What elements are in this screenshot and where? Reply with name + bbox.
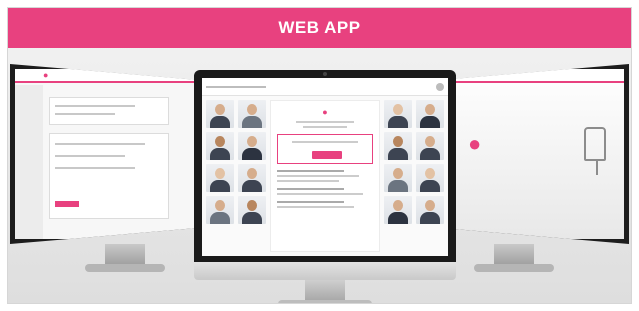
participant-photo: [206, 164, 234, 192]
participants-left: [206, 100, 266, 224]
conference-info: [277, 121, 373, 128]
participant-photo: [238, 164, 266, 192]
conference-screen: ●: [202, 78, 448, 256]
camera-dot: [323, 72, 327, 76]
conference-panel: ●: [270, 100, 380, 252]
section-heading-line: [277, 201, 345, 203]
right-monitor: ●: [439, 64, 629, 274]
conference-topbar: [202, 78, 448, 96]
conference-title-line: [206, 85, 266, 88]
join-box: [277, 134, 373, 164]
info-line: [303, 126, 347, 128]
left-app-header: ●: [15, 69, 195, 83]
participant-photo: [238, 196, 266, 224]
center-monitor-base: [278, 300, 372, 303]
chair-icon: [584, 127, 606, 161]
left-monitor-screen: ●: [10, 64, 200, 244]
join-button: [312, 151, 342, 159]
center-monitor-bezel: ●: [194, 70, 456, 262]
participant-photo: [384, 132, 412, 160]
info-line: [277, 175, 359, 177]
left-app-logo: ●: [43, 70, 49, 80]
participants-right: [384, 100, 444, 224]
left-app-text-line: [55, 155, 125, 157]
participant-photo: [416, 132, 444, 160]
participant-photo: [206, 132, 234, 160]
left-app-sidebar: [15, 85, 43, 239]
participant-photo: [238, 100, 266, 128]
info-line: [277, 206, 354, 208]
left-monitor: ●: [10, 64, 200, 274]
right-monitor-stand: [494, 244, 534, 266]
left-monitor-base: [85, 264, 165, 272]
left-app-text-line: [55, 105, 135, 107]
chair-leg: [596, 161, 598, 175]
right-brand-logo: ●: [468, 131, 482, 156]
participant-photo: [206, 100, 234, 128]
avatar: [436, 82, 444, 91]
center-monitor: ●: [194, 70, 456, 303]
left-app-screenshot: ●: [15, 69, 195, 239]
participant-photo: [238, 132, 266, 160]
join-text-line: [292, 141, 358, 143]
center-monitor-chin: [194, 262, 456, 280]
participant-photo: [416, 100, 444, 128]
info-line: [277, 180, 340, 182]
left-app-button: [55, 201, 79, 207]
banner: WEB APP: [8, 8, 631, 48]
participant-photo: [206, 196, 234, 224]
right-monitor-screen: ●: [439, 64, 629, 244]
right-monitor-base: [474, 264, 554, 272]
section-heading-line: [277, 188, 345, 190]
center-monitor-stand: [305, 280, 345, 302]
left-app-text-line: [55, 113, 115, 115]
participant-photo: [384, 196, 412, 224]
promo-frame: WEB APP ● ● ●: [7, 7, 632, 304]
info-line: [296, 121, 354, 123]
participant-photo: [416, 196, 444, 224]
left-monitor-stand: [105, 244, 145, 266]
left-app-text-line: [55, 167, 135, 169]
participant-photo: [384, 164, 412, 192]
info-line: [277, 193, 364, 195]
left-app-panel: [49, 97, 169, 125]
section-heading-line: [277, 170, 345, 172]
participant-photo: [384, 100, 412, 128]
right-app-screenshot: ●: [444, 69, 624, 239]
banner-title: WEB APP: [278, 18, 361, 37]
participant-photo: [416, 164, 444, 192]
conference-logo: ●: [322, 107, 328, 117]
left-app-text-line: [55, 143, 145, 145]
right-app-header: [444, 69, 624, 83]
